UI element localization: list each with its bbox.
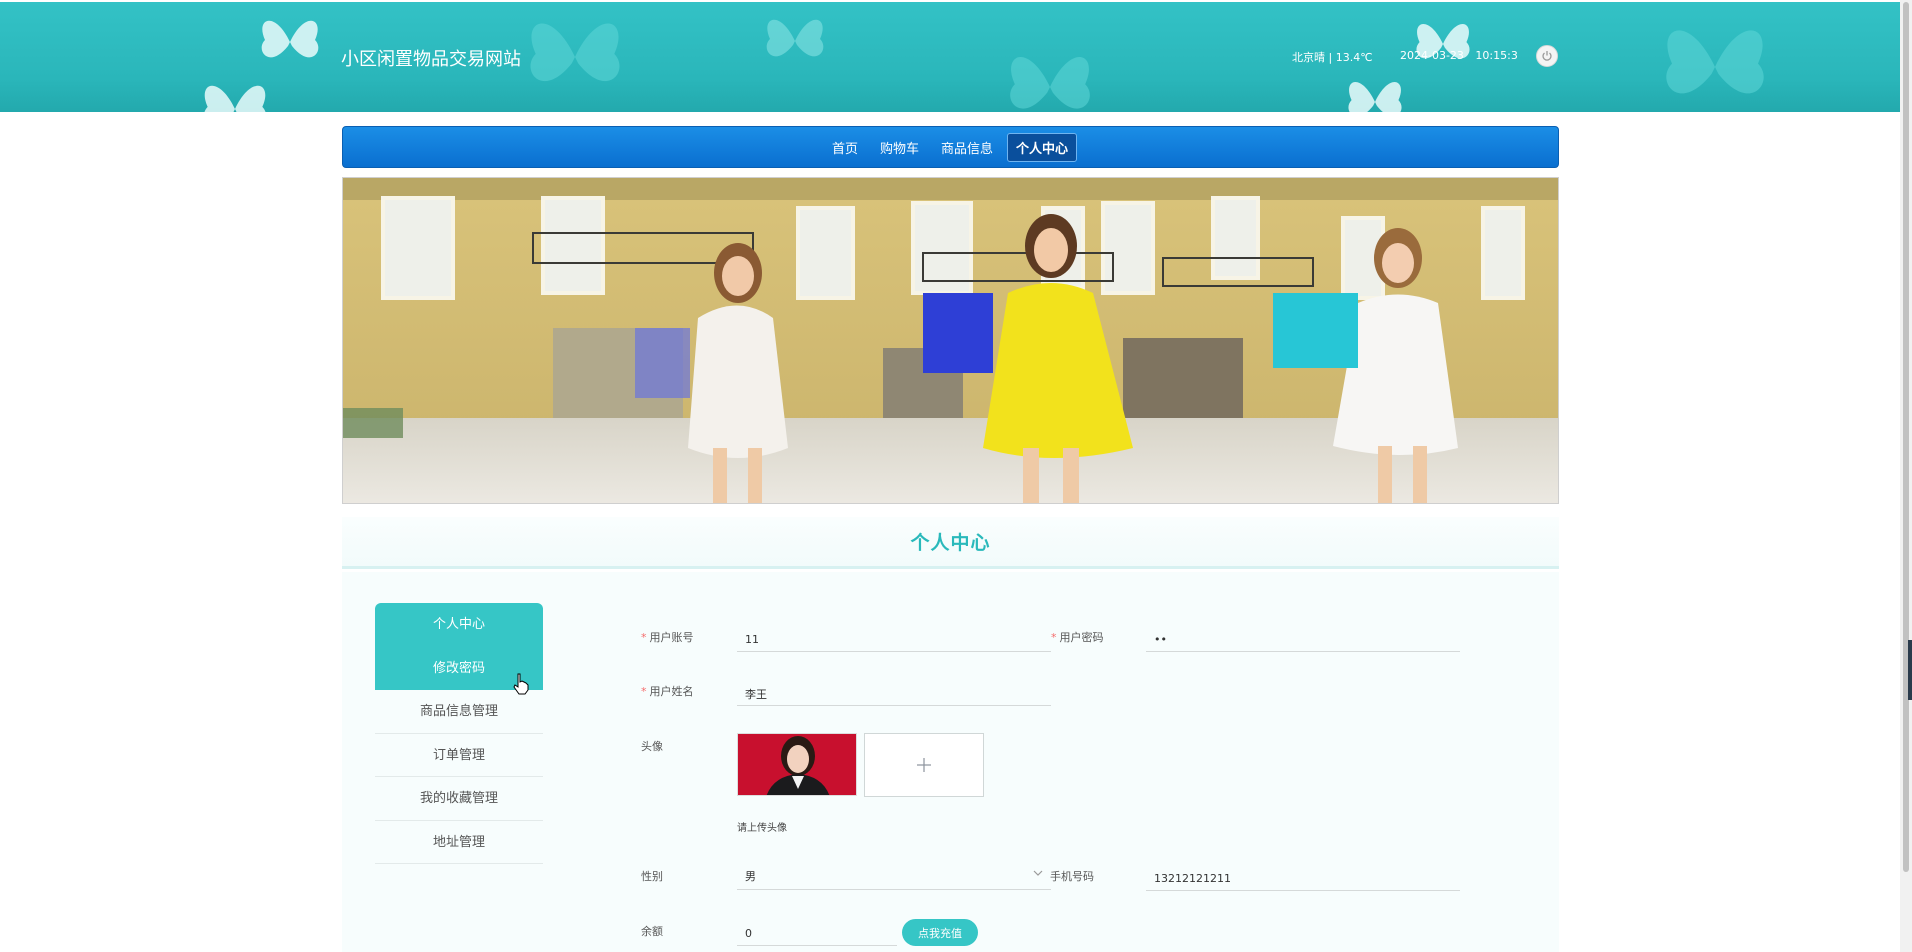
password-label: * 用户密码 xyxy=(1051,629,1104,645)
nav-item-cart[interactable]: 购物车 xyxy=(872,134,927,161)
power-icon xyxy=(1542,51,1552,61)
weather-info: 北京晴 | 13.4℃ xyxy=(1292,51,1373,64)
side-menu: 个人中心 修改密码 商品信息管理 订单管理 我的收藏管理 地址管理 xyxy=(375,603,543,864)
account-label: * 用户账号 xyxy=(641,629,694,645)
required-asterisk: * xyxy=(641,685,647,698)
butterfly-decoration-icon xyxy=(766,19,824,57)
nav-item-products[interactable]: 商品信息 xyxy=(933,134,1001,161)
avatar-portrait-image xyxy=(738,734,856,795)
side-menu-item-product-management[interactable]: 商品信息管理 xyxy=(375,690,543,734)
nav-item-home[interactable]: 首页 xyxy=(824,134,866,161)
main-nav: 首页 购物车 商品信息 个人中心 xyxy=(342,126,1559,168)
shopping-women-banner-illustration xyxy=(343,178,1558,503)
section-title-bar: 个人中心 xyxy=(342,517,1559,569)
recharge-button[interactable]: 点我充值 xyxy=(902,919,978,946)
name-label: * 用户姓名 xyxy=(641,683,694,699)
butterfly-decoration-icon xyxy=(530,23,620,82)
gender-select[interactable]: 男 xyxy=(737,859,1051,890)
page-title: 个人中心 xyxy=(910,532,991,554)
side-menu-item-order-management[interactable]: 订单管理 xyxy=(375,734,543,777)
logout-button[interactable] xyxy=(1536,45,1558,67)
chevron-down-icon xyxy=(1033,870,1043,876)
required-asterisk: * xyxy=(641,631,647,644)
butterfly-decoration-icon xyxy=(1416,24,1470,59)
name-input[interactable] xyxy=(737,676,1051,706)
avatar-label: 头像 xyxy=(641,740,663,753)
gender-label: 性别 xyxy=(641,870,663,883)
butterfly-decoration-icon xyxy=(1666,30,1764,94)
site-header: 小区闲置物品交易网站 北京晴 | 13.4℃ 2024-03-23 10:15:… xyxy=(0,2,1900,112)
butterfly-decoration-icon xyxy=(261,20,319,58)
site-title: 小区闲置物品交易网站 xyxy=(341,49,521,70)
required-asterisk: * xyxy=(1051,631,1057,644)
avatar-upload-hint: 请上传头像 xyxy=(737,823,787,834)
nav-item-personal-center[interactable]: 个人中心 xyxy=(1007,132,1078,162)
balance-label: 余额 xyxy=(641,925,663,938)
account-label-text: 用户账号 xyxy=(649,631,694,644)
hand-cursor-icon xyxy=(513,673,529,695)
phone-input[interactable] xyxy=(1146,861,1460,891)
gender-select-value: 男 xyxy=(745,870,756,883)
balance-input[interactable] xyxy=(737,916,897,946)
butterfly-decoration-icon xyxy=(1010,57,1090,109)
name-label-text: 用户姓名 xyxy=(649,685,694,698)
avatar-image[interactable] xyxy=(737,733,857,796)
side-menu-item-address-management[interactable]: 地址管理 xyxy=(375,821,543,864)
password-label-text: 用户密码 xyxy=(1059,631,1104,644)
page-scrollbar[interactable] xyxy=(1900,0,1912,952)
current-datetime: 2024-03-23 10:15:3 xyxy=(1400,49,1518,62)
side-menu-item-personal-center[interactable]: 个人中心 xyxy=(375,603,543,647)
avatar-upload-button[interactable] xyxy=(864,733,984,797)
scrollbar-marker xyxy=(1908,640,1912,700)
plus-icon xyxy=(917,758,931,772)
butterfly-decoration-icon xyxy=(204,85,266,112)
scrollbar-thumb[interactable] xyxy=(1903,2,1909,872)
butterfly-decoration-icon xyxy=(1348,82,1402,112)
password-input[interactable] xyxy=(1146,622,1460,652)
side-menu-item-favorites-management[interactable]: 我的收藏管理 xyxy=(375,777,543,821)
banner-image xyxy=(342,177,1559,504)
account-input[interactable] xyxy=(737,622,1051,652)
phone-label: 手机号码 xyxy=(1050,870,1094,883)
